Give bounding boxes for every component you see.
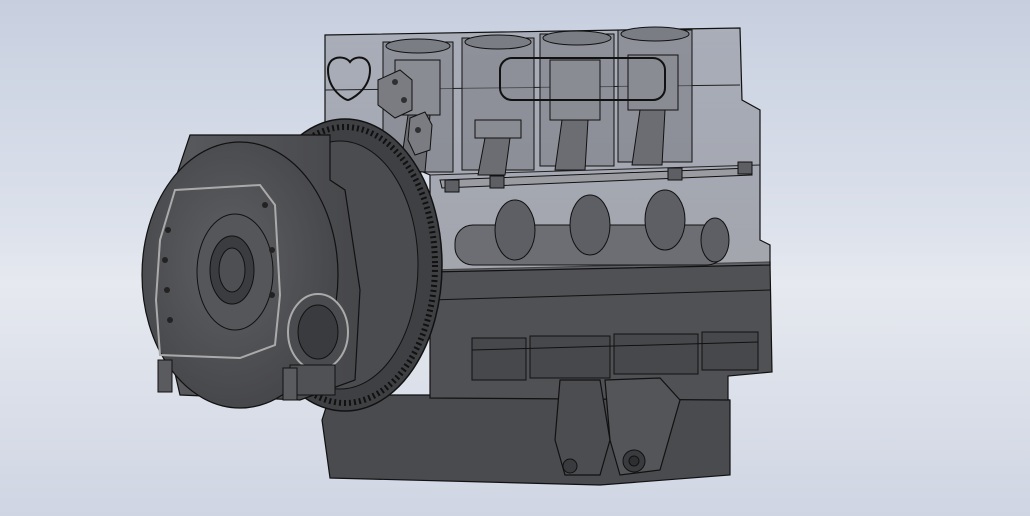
cylinder-2[interactable]: [461, 34, 535, 176]
mounting-foot-right[interactable]: [282, 367, 298, 401]
cylinder-4[interactable]: [617, 26, 693, 166]
engine-block-model[interactable]: [0, 0, 1030, 516]
lower-bracket[interactable]: [554, 377, 681, 476]
mounting-foot-left[interactable]: [157, 359, 173, 393]
cad-viewport[interactable]: [0, 0, 1030, 516]
